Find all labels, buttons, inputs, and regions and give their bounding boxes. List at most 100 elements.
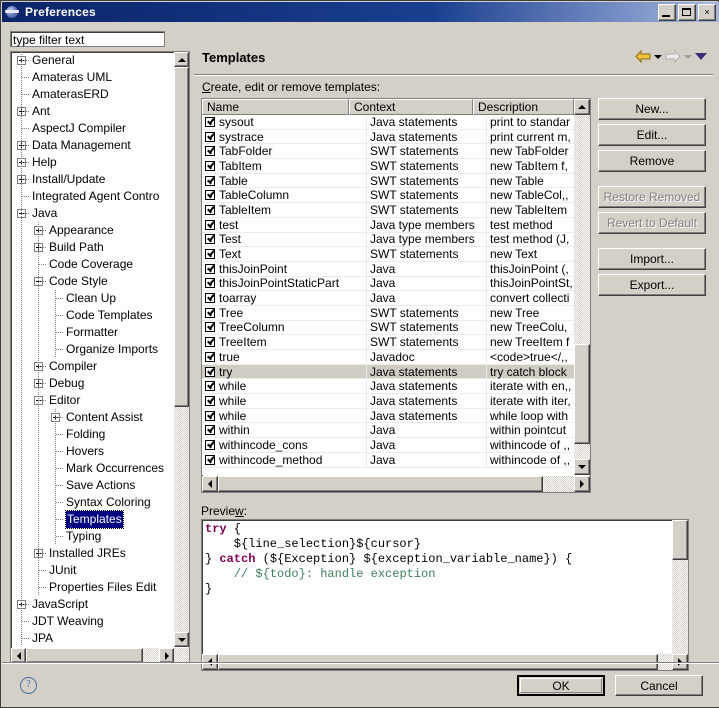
table-row[interactable]: TableSWT statementsnew Table (202, 174, 574, 189)
row-checkbox[interactable] (205, 205, 215, 215)
tree-item-save-actions[interactable]: Save Actions (11, 477, 173, 494)
table-row[interactable]: withincode_consJavawithincode of ,, (202, 438, 574, 453)
table-row[interactable]: sysoutJava statementsprint to standar (202, 115, 574, 130)
table-row[interactable]: withincode_methodJavawithincode of ,, (202, 453, 574, 468)
close-button[interactable]: × (698, 4, 716, 21)
row-checkbox[interactable] (205, 425, 215, 435)
table-row[interactable]: TabItemSWT statementsnew TabItem f, (202, 159, 574, 174)
tree-item-hovers[interactable]: Hovers (11, 443, 173, 460)
table-row[interactable]: tryJava statementstry catch block (202, 365, 574, 380)
table-row[interactable]: whileJava statementswhile loop with (202, 409, 574, 424)
cancel-button[interactable]: Cancel (615, 675, 703, 696)
tree-item-appearance[interactable]: Appearance (11, 222, 173, 239)
table-row[interactable]: withinJavawithin pointcut (202, 423, 574, 438)
tree-item-amateraserd[interactable]: AmaterasERD (11, 86, 173, 103)
table-row[interactable]: whileJava statementsiterate with en,, (202, 379, 574, 394)
tree-item-code-coverage[interactable]: Code Coverage (11, 256, 173, 273)
edit-button[interactable]: Edit... (598, 124, 706, 146)
scroll-left-button[interactable] (202, 476, 218, 492)
column-header-name[interactable]: Name (202, 99, 349, 115)
table-row[interactable]: toarrayJavaconvert collecti (202, 291, 574, 306)
scrollbar-thumb[interactable] (574, 344, 590, 444)
tree-item-aspectj-compiler[interactable]: AspectJ Compiler (11, 120, 173, 137)
table-row[interactable]: thisJoinPointJavathisJoinPoint (, (202, 262, 574, 277)
table-row[interactable]: whileJava statementsiterate with iter, (202, 394, 574, 409)
tree-horizontal-scrollbar[interactable] (11, 648, 189, 663)
tree-item-build-path[interactable]: Build Path (11, 239, 173, 256)
row-checkbox[interactable] (205, 396, 215, 406)
table-row[interactable]: TextSWT statementsnew Text (202, 247, 574, 262)
help-icon[interactable]: ? (20, 677, 37, 694)
tree-item-amateras-uml[interactable]: Amateras UML (11, 69, 173, 86)
new-button[interactable]: New... (598, 98, 706, 120)
tree-item-install-update[interactable]: Install/Update (11, 171, 173, 188)
back-chevron-down-icon[interactable] (654, 55, 662, 59)
tree-item-integrated-agent-contro[interactable]: Integrated Agent Contro (11, 188, 173, 205)
row-checkbox[interactable] (205, 440, 215, 450)
row-checkbox[interactable] (205, 455, 215, 465)
preference-tree[interactable]: GeneralAmateras UMLAmaterasERDAntAspectJ… (10, 51, 190, 664)
row-checkbox[interactable] (205, 337, 215, 347)
table-row[interactable]: trueJavadoc<code>true</,, (202, 350, 574, 365)
tree-item-editor[interactable]: Editor (11, 392, 173, 409)
tree-item-code-templates[interactable]: Code Templates (11, 307, 173, 324)
table-horizontal-scrollbar[interactable] (202, 476, 590, 492)
search-input[interactable]: type filter text (13, 33, 84, 47)
scroll-up-button[interactable] (574, 99, 590, 115)
tree-item-help[interactable]: Help (11, 154, 173, 171)
tree-item-content-assist[interactable]: Content Assist (11, 409, 173, 426)
tree-item-compiler[interactable]: Compiler (11, 358, 173, 375)
row-checkbox[interactable] (205, 249, 215, 259)
table-row[interactable]: TreeItemSWT statementsnew TreeItem f (202, 335, 574, 350)
preview-vertical-scrollbar[interactable] (672, 520, 688, 655)
scrollbar-thumb[interactable] (26, 648, 143, 663)
import-button[interactable]: Import... (598, 248, 706, 270)
tree-item-clean-up[interactable]: Clean Up (11, 290, 173, 307)
tree-item-jpa[interactable]: JPA (11, 630, 173, 646)
row-checkbox[interactable] (205, 234, 215, 244)
tree-item-data-management[interactable]: Data Management (11, 137, 173, 154)
tree-item-syntax-coloring[interactable]: Syntax Coloring (11, 494, 173, 511)
minimize-button[interactable] (658, 4, 676, 21)
scroll-right-button[interactable] (159, 648, 174, 663)
back-arrow-icon[interactable] (635, 50, 651, 63)
row-checkbox[interactable] (205, 278, 215, 288)
tree-item-mark-occurrences[interactable]: Mark Occurrences (11, 460, 173, 477)
row-checkbox[interactable] (205, 176, 215, 186)
remove-button[interactable]: Remove (598, 150, 706, 172)
table-row[interactable]: TestJava type memberstest method (J, (202, 233, 574, 248)
table-row[interactable]: systraceJava statementsprint current m, (202, 130, 574, 145)
tree-item-formatter[interactable]: Formatter (11, 324, 173, 341)
tree-item-junit[interactable]: JUnit (11, 562, 173, 579)
scrollbar-thumb[interactable] (174, 67, 189, 407)
row-checkbox[interactable] (205, 190, 215, 200)
table-row[interactable]: testJava type memberstest method (202, 218, 574, 233)
tree-vertical-scrollbar[interactable] (174, 52, 189, 647)
ok-button[interactable]: OK (517, 675, 605, 696)
table-row[interactable]: TableColumnSWT statementsnew TableCol,, (202, 188, 574, 203)
row-checkbox[interactable] (205, 146, 215, 156)
tree-item-debug[interactable]: Debug (11, 375, 173, 392)
tree-item-code-style[interactable]: Code Style (11, 273, 173, 290)
tree-item-jdt-weaving[interactable]: JDT Weaving (11, 613, 173, 630)
row-checkbox[interactable] (205, 352, 215, 362)
tree-item-ant[interactable]: Ant (11, 103, 173, 120)
filter-input-box[interactable]: type filter text (10, 31, 165, 47)
table-row[interactable]: thisJoinPointStaticPartJavathisJoinPoint… (202, 277, 574, 292)
tree-item-typing[interactable]: Typing (11, 528, 173, 545)
column-header-context[interactable]: Context (349, 99, 473, 115)
row-checkbox[interactable] (205, 220, 215, 230)
scroll-right-button[interactable] (574, 476, 590, 492)
view-menu-triangle-icon[interactable] (695, 53, 707, 60)
tree-item-templates[interactable]: Templates (11, 511, 173, 528)
table-row[interactable]: TreeSWT statementsnew Tree (202, 306, 574, 321)
maximize-button[interactable] (678, 4, 696, 21)
table-vertical-scrollbar[interactable] (574, 99, 590, 475)
templates-table[interactable]: Name Context Description sysoutJava stat… (201, 98, 591, 493)
tree-item-organize-imports[interactable]: Organize Imports (11, 341, 173, 358)
tree-item-properties-files-edit[interactable]: Properties Files Edit (11, 579, 173, 596)
row-checkbox[interactable] (205, 117, 215, 127)
title-bar[interactable]: Preferences × (2, 2, 719, 22)
scrollbar-thumb[interactable] (672, 520, 688, 560)
tree-item-general[interactable]: General (11, 52, 173, 69)
